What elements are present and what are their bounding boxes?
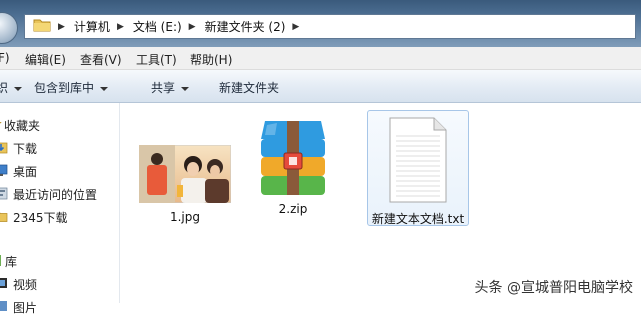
- nav-item-label: 视频: [13, 278, 38, 292]
- share-button[interactable]: 共享: [151, 79, 190, 96]
- file-name: 2.zip: [278, 202, 308, 216]
- new-folder-button[interactable]: 新建文件夹: [219, 79, 279, 96]
- menu-help[interactable]: 帮助(H): [190, 51, 232, 68]
- text-document-icon: [386, 116, 450, 207]
- organize-label: 织: [0, 81, 9, 95]
- file-item-jpg[interactable]: 1.jpg: [137, 144, 233, 224]
- nav-item-desktop[interactable]: 桌面: [0, 163, 37, 180]
- chevron-right-icon[interactable]: ▶: [58, 22, 65, 32]
- file-name: 1.jpg: [169, 210, 201, 224]
- download-folder-icon: [0, 140, 8, 157]
- nav-favorites-label: 收藏夹: [4, 119, 41, 133]
- nav-libraries-header[interactable]: 库: [0, 253, 17, 270]
- nav-item-label: 图片: [13, 301, 38, 315]
- back-button[interactable]: [0, 12, 18, 44]
- nav-item-label: 下载: [13, 142, 38, 156]
- nav-libraries-label: 库: [5, 255, 18, 269]
- folder-icon: [33, 17, 51, 36]
- recent-places-icon: [0, 186, 8, 203]
- menu-file[interactable]: F): [0, 51, 10, 65]
- menu-bar: F) 编辑(E) 查看(V) 工具(T) 帮助(H): [0, 47, 641, 70]
- breadcrumb-drive-e[interactable]: 文档 (E:): [133, 18, 182, 35]
- video-icon: [0, 276, 8, 293]
- nav-item-2345-downloads[interactable]: 2345下载: [0, 209, 68, 226]
- breadcrumb-computer[interactable]: 计算机: [74, 18, 110, 35]
- nav-item-downloads[interactable]: 下载: [0, 140, 37, 157]
- organize-button[interactable]: 织: [0, 79, 23, 96]
- nav-item-recent-places[interactable]: 最近访问的位置: [0, 186, 97, 203]
- chevron-right-icon[interactable]: ▶: [292, 22, 299, 32]
- winrar-archive-icon: [251, 115, 335, 204]
- chevron-down-icon: [181, 86, 190, 91]
- address-bar-strip: ▶ 计算机 ▶ 文档 (E:) ▶ 新建文件夹 (2) ▶: [0, 0, 641, 47]
- menu-view[interactable]: 查看(V): [80, 51, 122, 68]
- file-item-txt[interactable]: 新建文本文档.txt: [367, 110, 469, 226]
- include-in-library-label: 包含到库中: [34, 81, 95, 95]
- star-icon: [0, 117, 2, 134]
- nav-item-label: 桌面: [13, 165, 38, 179]
- picture-icon: [0, 299, 8, 316]
- chevron-right-icon[interactable]: ▶: [117, 22, 124, 32]
- chevron-down-icon: [100, 86, 109, 91]
- nav-item-label: 最近访问的位置: [13, 188, 98, 202]
- nav-favorites-header[interactable]: 收藏夹: [0, 117, 40, 134]
- command-toolbar: 织 包含到库中 共享 新建文件夹: [0, 70, 641, 103]
- include-in-library-button[interactable]: 包含到库中: [34, 79, 109, 96]
- image-thumbnail: [138, 144, 232, 206]
- chevron-down-icon: [14, 86, 23, 91]
- breadcrumb-current-folder[interactable]: 新建文件夹 (2): [205, 18, 286, 35]
- nav-item-videos[interactable]: 视频: [0, 276, 37, 293]
- share-label: 共享: [151, 81, 176, 95]
- chevron-right-icon[interactable]: ▶: [189, 22, 196, 32]
- library-icon: [0, 253, 2, 270]
- folder-icon: [0, 209, 8, 226]
- desktop-icon: [0, 163, 8, 180]
- navigation-pane: 收藏夹 下载 桌面 最近访问的位置 2345下载 库 视频 图片: [0, 103, 120, 315]
- nav-item-label: 2345下载: [13, 211, 68, 225]
- menu-edit[interactable]: 编辑(E): [25, 51, 66, 68]
- nav-item-pictures[interactable]: 图片: [0, 299, 37, 316]
- address-bar[interactable]: ▶ 计算机 ▶ 文档 (E:) ▶ 新建文件夹 (2) ▶: [24, 14, 636, 39]
- file-name: 新建文本文档.txt: [371, 212, 465, 226]
- menu-tools[interactable]: 工具(T): [136, 51, 177, 68]
- file-item-zip[interactable]: 2.zip: [247, 115, 339, 216]
- watermark: 头条 @宣城普阳电脑学校: [474, 280, 633, 296]
- file-list-pane: 1.jpg 2.zip 新建文本文档.txt: [121, 103, 641, 303]
